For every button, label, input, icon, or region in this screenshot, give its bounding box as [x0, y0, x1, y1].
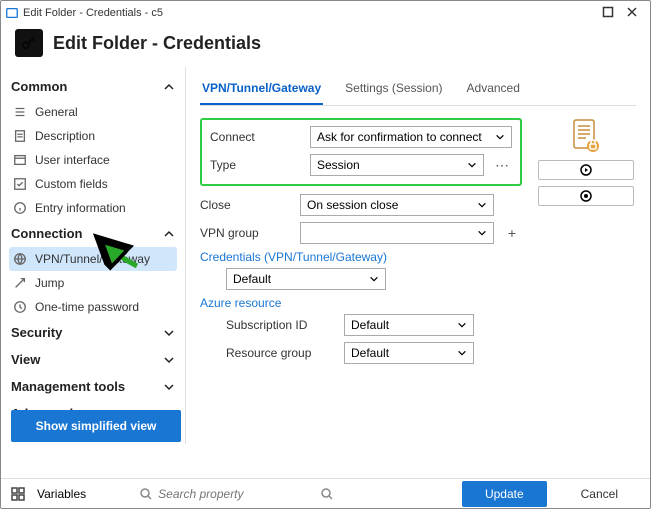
sidebar-item-label: VPN/Tunnel/Gateway [35, 252, 150, 266]
section-security[interactable]: Security [9, 319, 177, 346]
sidebar-item-label: Jump [35, 276, 64, 290]
connect-label: Connect [210, 130, 302, 144]
chevron-down-icon [457, 348, 467, 358]
sidebar-item-ui[interactable]: User interface [9, 148, 177, 172]
section-common[interactable]: Common [9, 73, 177, 100]
chevron-up-icon [163, 81, 175, 93]
simplified-view-button[interactable]: Show simplified view [11, 410, 181, 442]
type-more-button[interactable]: ⋯ [492, 157, 512, 174]
vpngroup-label: VPN group [200, 226, 292, 240]
credentials-select[interactable]: Default [226, 268, 386, 290]
section-mgmt[interactable]: Management tools [9, 373, 177, 400]
record-button[interactable] [538, 186, 634, 206]
section-label: Connection [11, 226, 83, 241]
search-box[interactable] [140, 487, 333, 501]
section-view[interactable]: View [9, 346, 177, 373]
document-icon [571, 118, 601, 154]
list-icon [13, 105, 27, 119]
sidebar-item-entry-info[interactable]: Entry information [9, 196, 177, 220]
update-button[interactable]: Update [462, 481, 547, 507]
main-panel: VPN/Tunnel/Gateway Settings (Session) Ad… [186, 67, 650, 444]
sidebar-item-jump[interactable]: Jump [9, 271, 177, 295]
chevron-up-icon [163, 228, 175, 240]
subid-label: Subscription ID [226, 318, 336, 332]
page-title: Edit Folder - Credentials [53, 33, 261, 54]
grid-icon[interactable] [11, 487, 25, 501]
tab-strip: VPN/Tunnel/Gateway Settings (Session) Ad… [200, 75, 636, 106]
variables-label[interactable]: Variables [37, 487, 86, 501]
rg-label: Resource group [226, 346, 336, 360]
sidebar-item-general[interactable]: General [9, 100, 177, 124]
select-value: On session close [307, 198, 398, 212]
azure-resource-link[interactable]: Azure resource [200, 296, 522, 310]
chevron-down-icon [477, 228, 487, 238]
chevron-down-icon [163, 354, 175, 366]
clock-icon [13, 300, 27, 314]
section-label: View [11, 352, 40, 367]
chevron-down-icon [369, 274, 379, 284]
footer: Variables Update Cancel [1, 478, 650, 508]
type-label: Type [210, 158, 302, 172]
titlebar-text: Edit Folder - Credentials - c5 [23, 7, 163, 19]
sidebar-item-vpn[interactable]: VPN/Tunnel/Gateway [9, 247, 177, 271]
sidebar: Common General Description User interfac… [1, 67, 186, 444]
titlebar: Edit Folder - Credentials - c5 [1, 1, 650, 25]
select-value: Ask for confirmation to connect [317, 130, 482, 144]
close-button[interactable] [626, 6, 638, 21]
search-input[interactable] [158, 487, 315, 501]
globe-icon [13, 252, 27, 266]
sidebar-item-description[interactable]: Description [9, 124, 177, 148]
header: Edit Folder - Credentials [1, 25, 650, 67]
app-icon [5, 6, 19, 20]
sidebar-item-label: One-time password [35, 300, 139, 314]
search-go-icon[interactable] [321, 488, 333, 500]
tab-settings[interactable]: Settings (Session) [343, 75, 444, 105]
doc-icon [13, 129, 27, 143]
sidebar-item-custom-fields[interactable]: Custom fields [9, 172, 177, 196]
window-icon [13, 153, 27, 167]
section-label: Common [11, 79, 67, 94]
chevron-down-icon [163, 381, 175, 393]
section-label: Management tools [11, 379, 125, 394]
sidebar-item-label: Custom fields [35, 177, 108, 191]
credentials-link[interactable]: Credentials (VPN/Tunnel/Gateway) [200, 250, 522, 264]
chevron-down-icon [477, 200, 487, 210]
tab-vpn[interactable]: VPN/Tunnel/Gateway [200, 75, 323, 105]
cancel-button[interactable]: Cancel [559, 482, 640, 506]
section-connection[interactable]: Connection [9, 220, 177, 247]
vpngroup-select[interactable] [300, 222, 494, 244]
select-value: Default [233, 272, 271, 286]
check-icon [13, 177, 27, 191]
section-label: Security [11, 325, 62, 340]
chevron-down-icon [457, 320, 467, 330]
play-button[interactable] [538, 160, 634, 180]
select-value: Session [317, 158, 360, 172]
type-select[interactable]: Session [310, 154, 484, 176]
search-icon [140, 488, 152, 500]
chevron-down-icon [163, 327, 175, 339]
sidebar-item-otp[interactable]: One-time password [9, 295, 177, 319]
sidebar-item-label: Description [35, 129, 95, 143]
close-select[interactable]: On session close [300, 194, 494, 216]
chevron-down-icon [495, 132, 505, 142]
tab-advanced[interactable]: Advanced [465, 75, 522, 105]
highlight-box: Connect Ask for confirmation to connect … [200, 118, 522, 186]
jump-icon [13, 276, 27, 290]
maximize-button[interactable] [602, 6, 614, 21]
select-value: Default [351, 318, 389, 332]
select-value: Default [351, 346, 389, 360]
sidebar-item-label: Entry information [35, 201, 126, 215]
subid-select[interactable]: Default [344, 314, 474, 336]
rg-select[interactable]: Default [344, 342, 474, 364]
sidebar-item-label: User interface [35, 153, 110, 167]
connect-select[interactable]: Ask for confirmation to connect [310, 126, 512, 148]
info-icon [13, 201, 27, 215]
vpngroup-add-button[interactable]: + [502, 225, 522, 241]
chevron-down-icon [467, 160, 477, 170]
key-icon [15, 29, 43, 57]
close-label: Close [200, 198, 292, 212]
sidebar-item-label: General [35, 105, 78, 119]
